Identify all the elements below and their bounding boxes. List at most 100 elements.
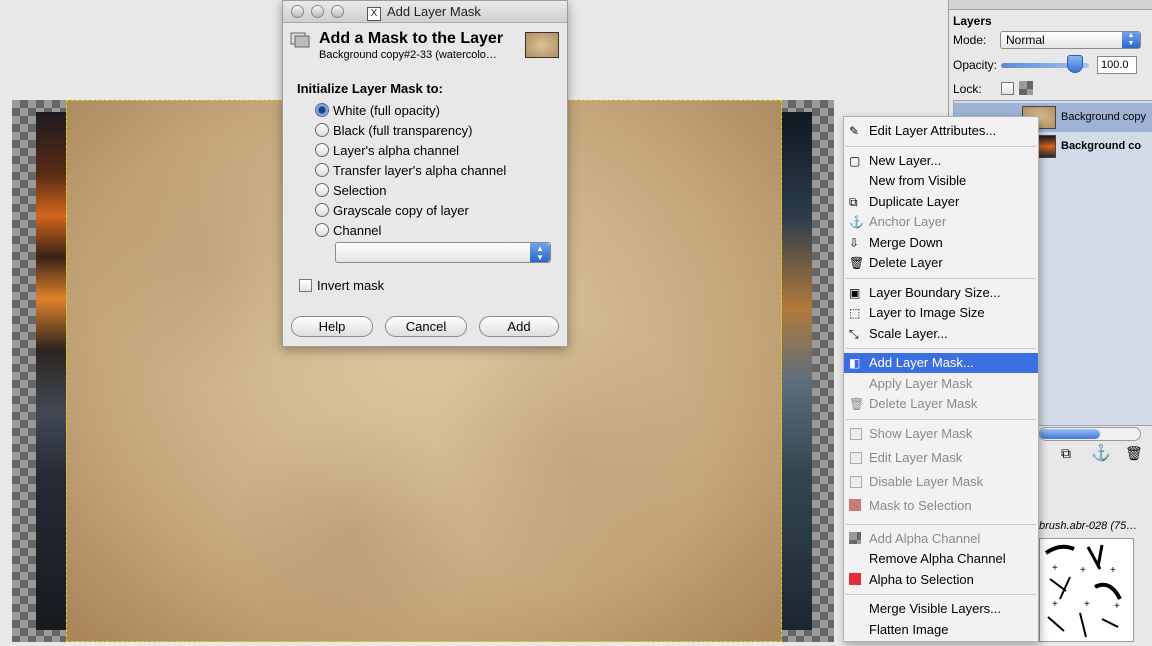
- menu-item-new-layer[interactable]: ▢ New Layer...: [844, 151, 1038, 171]
- menu-item-add-alpha-channel[interactable]: Add Alpha Channel: [844, 529, 1038, 549]
- duplicate-icon: ⧉: [849, 194, 858, 209]
- dialog-titlebar[interactable]: X Add Layer Mask: [283, 1, 567, 23]
- minimize-window-button[interactable]: [311, 5, 324, 18]
- help-button[interactable]: Help: [291, 316, 373, 337]
- menu-item-new-from-visible[interactable]: New from Visible: [844, 171, 1038, 191]
- menu-item-apply-layer-mask[interactable]: Apply Layer Mask: [844, 374, 1038, 394]
- menu-item-alpha-to-selection[interactable]: Alpha to Selection: [844, 570, 1038, 590]
- close-window-button[interactable]: [291, 5, 304, 18]
- option-label: White (full opacity): [333, 102, 440, 118]
- menu-item-add-layer-mask[interactable]: ◧ Add Layer Mask...: [844, 353, 1038, 373]
- option-alpha-channel[interactable]: Layer's alpha channel: [315, 141, 459, 159]
- option-selection[interactable]: Selection: [315, 181, 386, 199]
- menu-item-layer-to-image-size[interactable]: ⬚ Layer to Image Size: [844, 303, 1038, 323]
- radio-button[interactable]: [315, 143, 329, 157]
- brush-name: brush.abr-028 (75…: [1039, 520, 1138, 532]
- menu-item-edit-layer-mask[interactable]: Edit Layer Mask: [844, 448, 1038, 468]
- menu-item-label: Scale Layer...: [869, 325, 948, 341]
- menu-item-merge-down[interactable]: ⇩ Merge Down: [844, 233, 1038, 253]
- add-mask-icon: ◧: [849, 356, 861, 370]
- lock-checkbox[interactable]: [1001, 82, 1014, 95]
- invert-mask-label: Invert mask: [317, 278, 385, 293]
- option-label: Channel: [333, 222, 382, 238]
- lock-alpha-icon[interactable]: [1019, 81, 1033, 95]
- radio-button[interactable]: [315, 183, 329, 197]
- layers-button-bar: ⧉ ⚓ 🗑: [1039, 443, 1152, 465]
- menu-item-show-layer-mask[interactable]: Show Layer Mask: [844, 424, 1038, 444]
- menu-item-label: Merge Down: [869, 234, 943, 250]
- menu-item-label: Add Layer Mask...: [869, 355, 974, 370]
- option-transfer-alpha[interactable]: Transfer layer's alpha channel: [315, 161, 506, 179]
- mode-select[interactable]: Normal ▲ ▼: [1000, 31, 1141, 49]
- radio-button[interactable]: [315, 123, 329, 137]
- layer-list-scrollbar[interactable]: [1039, 427, 1141, 441]
- menu-item-mask-to-selection[interactable]: Mask to Selection: [844, 496, 1038, 516]
- sunset-layer-right: [782, 112, 812, 630]
- cancel-button[interactable]: Cancel: [385, 316, 467, 337]
- trash-icon: 🗑: [849, 256, 865, 270]
- menu-item-merge-visible-layers[interactable]: Merge Visible Layers...: [844, 599, 1038, 619]
- menu-item-duplicate-layer[interactable]: ⧉ Duplicate Layer: [844, 192, 1038, 212]
- opacity-value-field[interactable]: 100.0: [1097, 56, 1137, 74]
- mode-label: Mode:: [953, 33, 987, 47]
- svg-text:+: +: [1052, 599, 1058, 610]
- layer-name: Background copy: [1061, 111, 1146, 123]
- option-black[interactable]: Black (full transparency): [315, 121, 472, 139]
- invert-mask-checkbox[interactable]: [299, 279, 312, 292]
- svg-text:+: +: [1052, 563, 1058, 574]
- menu-item-disable-layer-mask[interactable]: Disable Layer Mask: [844, 472, 1038, 492]
- image-size-icon: ⬚: [849, 306, 861, 320]
- svg-text:+: +: [1114, 601, 1120, 612]
- option-channel[interactable]: Channel: [315, 221, 381, 239]
- radio-button[interactable]: [315, 223, 329, 237]
- menu-item-scale-layer[interactable]: ⤡ Scale Layer...: [844, 324, 1038, 344]
- anchor-icon: ⚓: [849, 215, 864, 229]
- merge-down-icon: ⇩: [849, 235, 860, 250]
- menu-item-flatten-image[interactable]: Flatten Image: [844, 620, 1038, 640]
- menu-item-label: Duplicate Layer: [869, 193, 960, 209]
- svg-text:+: +: [1110, 565, 1116, 576]
- alpha-icon: [849, 531, 861, 544]
- opacity-slider-handle[interactable]: [1067, 55, 1083, 73]
- trash-icon[interactable]: 🗑: [1125, 445, 1143, 462]
- checkbox-icon: [849, 451, 863, 465]
- anchor-icon[interactable]: ⚓: [1091, 443, 1111, 463]
- menu-item-label: Show Layer Mask: [869, 425, 973, 441]
- menu-separator: [846, 418, 1036, 420]
- invert-mask-row[interactable]: Invert mask: [299, 278, 384, 293]
- menu-item-label: Flatten Image: [869, 621, 949, 637]
- menu-item-label: Merge Visible Layers...: [869, 601, 1001, 616]
- mode-value: Normal: [1006, 33, 1045, 47]
- menu-item-remove-alpha-channel[interactable]: Remove Alpha Channel: [844, 549, 1038, 569]
- opacity-label: Opacity:: [953, 58, 998, 72]
- menu-item-layer-boundary-size[interactable]: ▣ Layer Boundary Size...: [844, 283, 1038, 303]
- dialog-header-title: Add a Mask to the Layer: [319, 30, 504, 47]
- layers-title: Layers: [953, 14, 992, 28]
- lock-label: Lock:: [953, 82, 982, 96]
- channel-select[interactable]: ▲ ▼: [335, 242, 551, 263]
- radio-button[interactable]: [315, 163, 329, 177]
- zoom-window-button[interactable]: [331, 5, 344, 18]
- menu-item-delete-layer[interactable]: 🗑 Delete Layer: [844, 253, 1038, 273]
- menu-separator: [846, 348, 1036, 349]
- option-white[interactable]: White (full opacity): [315, 101, 440, 119]
- radio-button[interactable]: [315, 203, 329, 217]
- scrollbar-thumb[interactable]: [1040, 429, 1100, 439]
- menu-item-label: Mask to Selection: [869, 497, 972, 513]
- svg-text:+: +: [1080, 565, 1086, 576]
- option-label: Layer's alpha channel: [333, 142, 460, 158]
- menu-item-label: Delete Layer: [869, 255, 943, 270]
- radio-button[interactable]: [315, 103, 329, 117]
- brush-grid[interactable]: + + + + + +: [1039, 538, 1134, 642]
- menu-item-label: Delete Layer Mask: [869, 396, 978, 411]
- option-label: Selection: [333, 182, 387, 198]
- menu-item-anchor-layer[interactable]: ⚓ Anchor Layer: [844, 212, 1038, 232]
- add-button[interactable]: Add: [479, 316, 559, 337]
- option-grayscale[interactable]: Grayscale copy of layer: [315, 201, 469, 219]
- duplicate-icon[interactable]: ⧉: [1061, 445, 1071, 462]
- checkbox-icon: [849, 475, 863, 489]
- menu-item-delete-layer-mask[interactable]: 🗑 Delete Layer Mask: [844, 394, 1038, 414]
- menu-item-label: Anchor Layer: [869, 214, 947, 229]
- dock-tabs[interactable]: [949, 0, 1152, 10]
- menu-item-edit-layer-attributes[interactable]: ✎ Edit Layer Attributes...: [844, 121, 1038, 141]
